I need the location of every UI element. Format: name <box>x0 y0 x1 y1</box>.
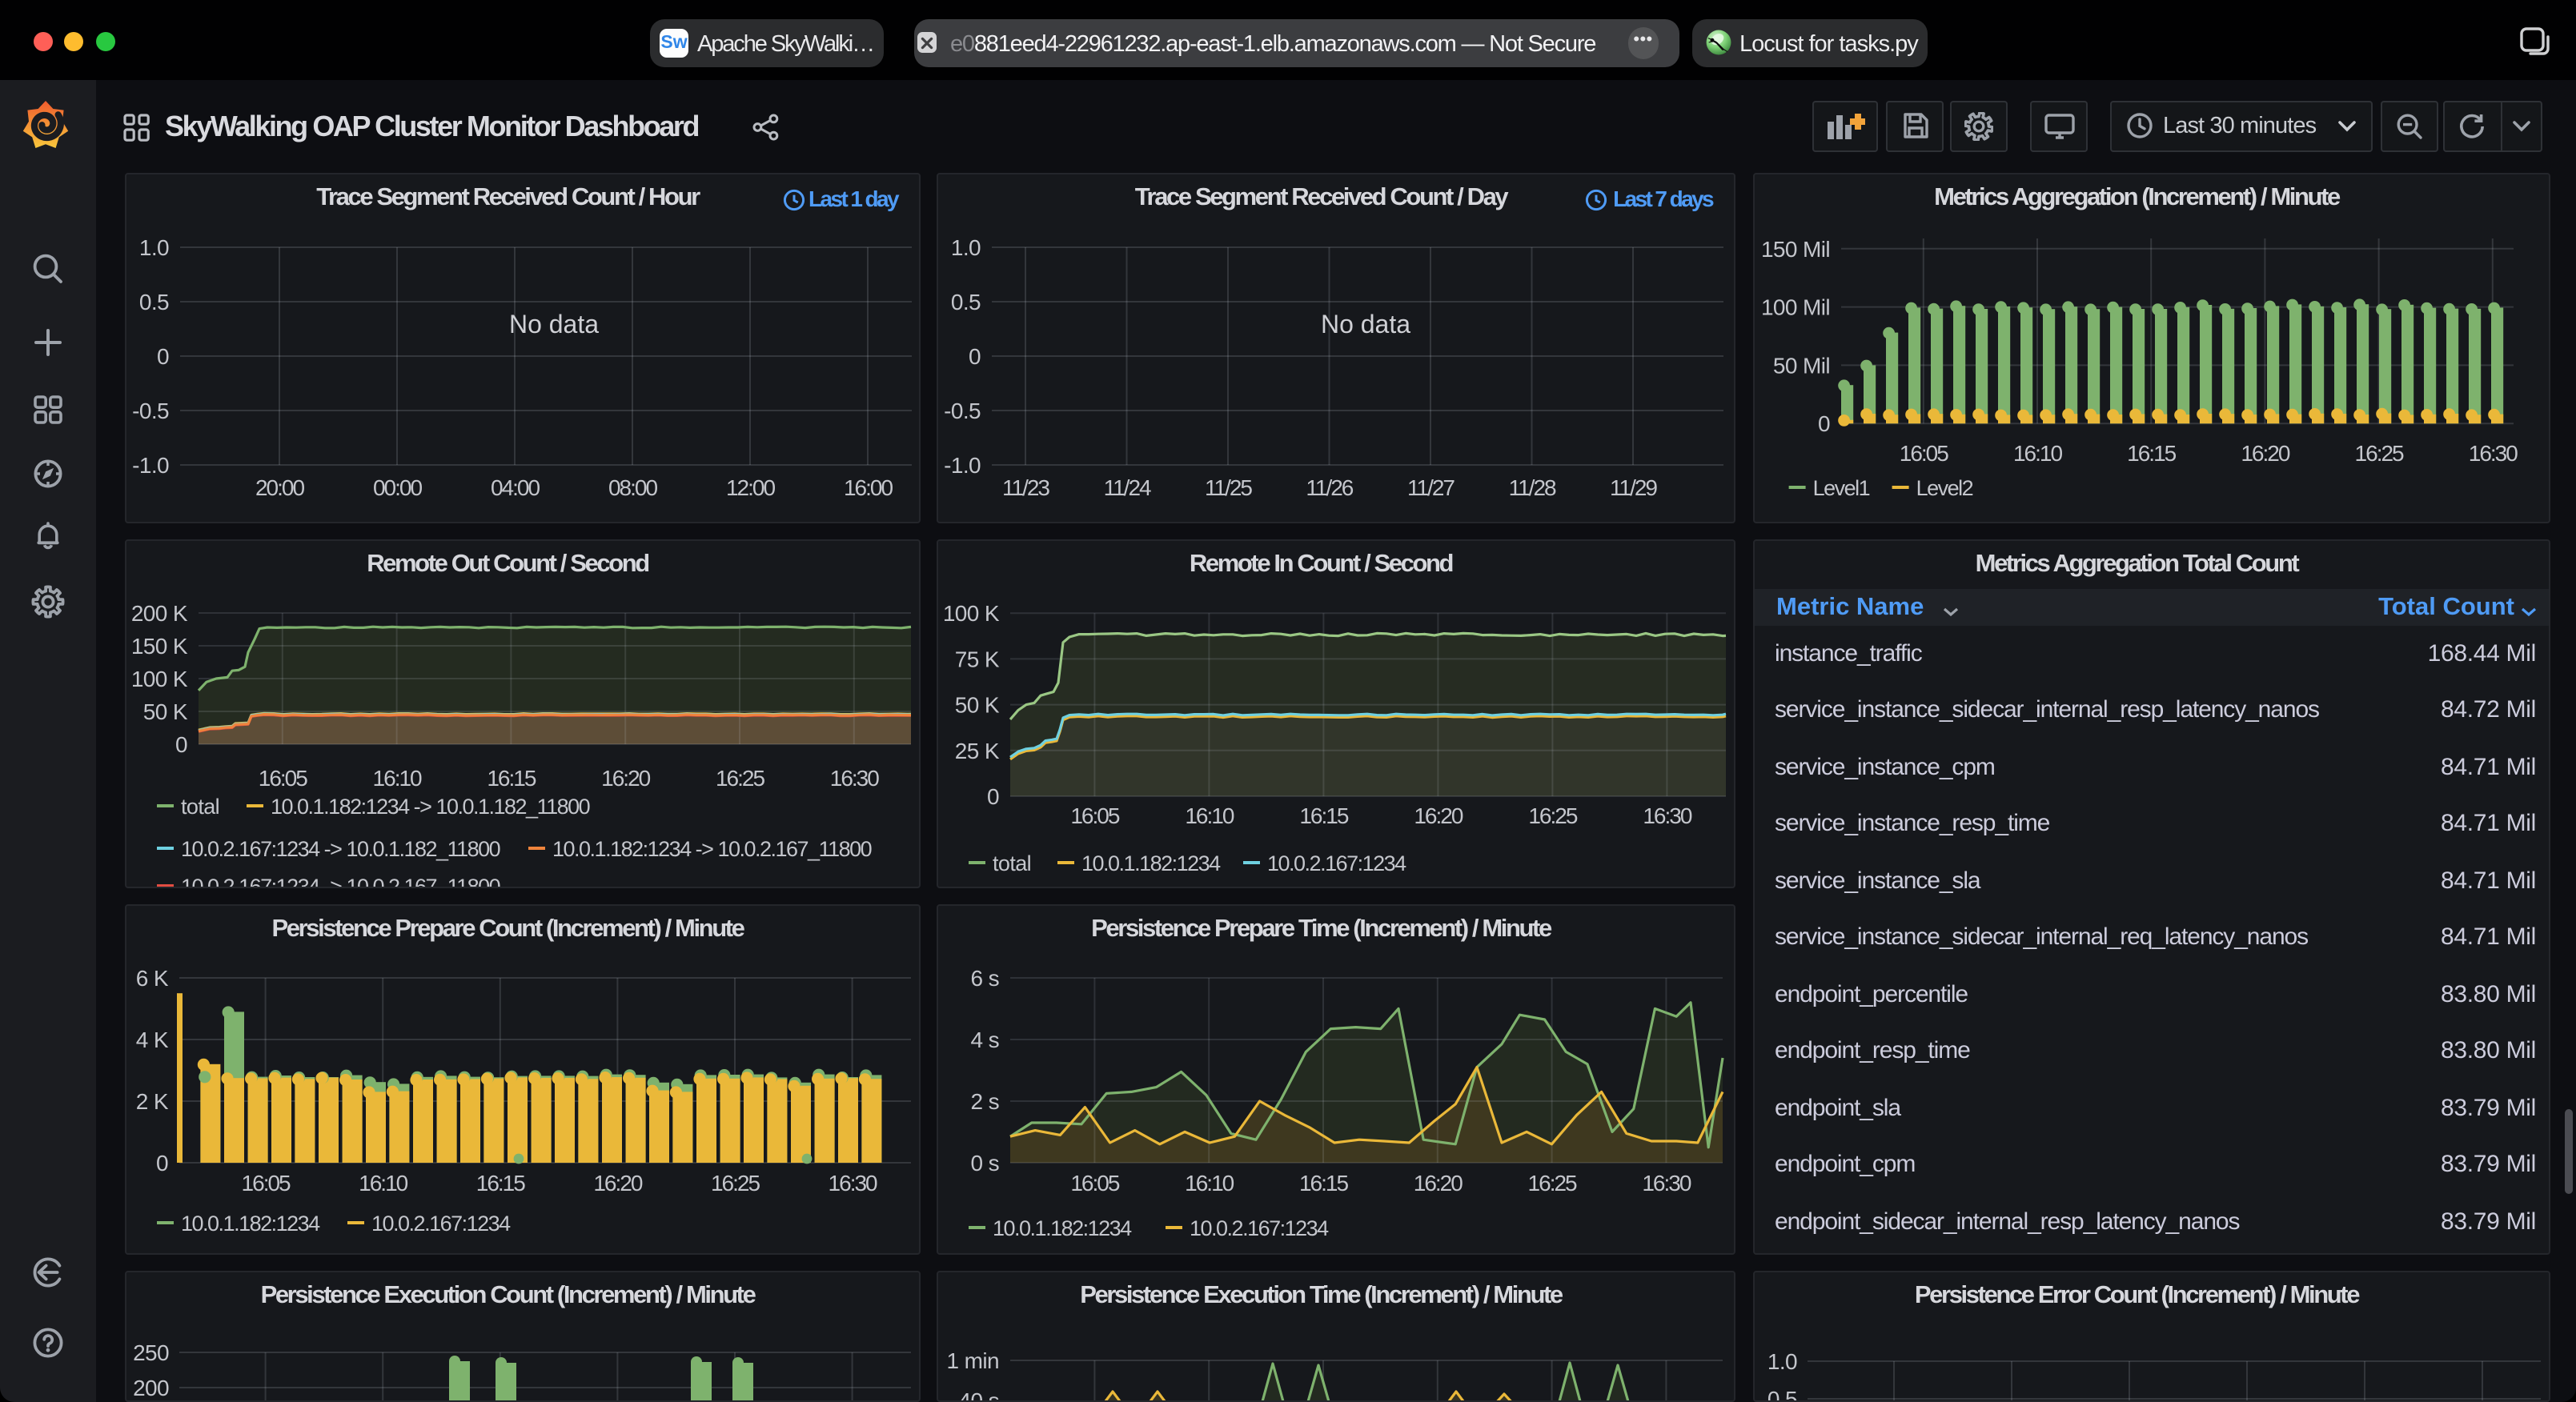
svg-text:16:10: 16:10 <box>372 765 421 790</box>
svg-text:16:05: 16:05 <box>1069 803 1118 827</box>
svg-text:25 K: 25 K <box>954 738 999 763</box>
svg-text:10.0.1.182:1234: 10.0.1.182:1234 <box>1081 851 1220 875</box>
svg-text:10.0.2.167:1234 -> 10.0.2.167_: 10.0.2.167:1234 -> 10.0.2.167_11800 <box>180 874 500 888</box>
svg-text:4 K: 4 K <box>135 1027 168 1052</box>
svg-text:50 Mil: 50 Mil <box>1772 353 1829 378</box>
svg-text:100 K: 100 K <box>942 600 999 625</box>
svg-text:16:20: 16:20 <box>1413 1171 1462 1196</box>
svg-text:10.0.1.182:1234: 10.0.1.182:1234 <box>180 1212 319 1236</box>
svg-text:0.5: 0.5 <box>1767 1386 1796 1402</box>
svg-text:100 Mil: 100 Mil <box>1760 295 1829 320</box>
svg-text:16:25: 16:25 <box>1527 1171 1576 1196</box>
svg-text:16:05: 16:05 <box>1069 1171 1118 1196</box>
svg-text:16:25: 16:25 <box>710 1171 759 1196</box>
svg-text:16:05: 16:05 <box>241 1171 290 1196</box>
svg-text:-0.5: -0.5 <box>131 399 168 423</box>
svg-text:1.0: 1.0 <box>1767 1348 1796 1373</box>
svg-text:16:15: 16:15 <box>2126 441 2175 466</box>
svg-text:0 s: 0 s <box>969 1151 998 1176</box>
svg-text:150 K: 150 K <box>130 633 187 658</box>
svg-text:100 K: 100 K <box>130 666 187 691</box>
svg-text:08:00: 08:00 <box>608 475 656 500</box>
svg-text:10.0.1.182:1234 -> 10.0.2.167_: 10.0.1.182:1234 -> 10.0.2.167_11800 <box>552 836 871 860</box>
svg-text:16:15: 16:15 <box>1298 1171 1347 1196</box>
svg-text:12:00: 12:00 <box>725 475 774 500</box>
svg-text:10.0.2.167:1234 -> 10.0.1.182_: 10.0.2.167:1234 -> 10.0.1.182_11800 <box>180 836 500 860</box>
svg-text:16:20: 16:20 <box>600 765 649 790</box>
svg-text:0: 0 <box>155 1151 167 1176</box>
svg-text:Level2: Level2 <box>1916 476 1972 500</box>
svg-text:16:15: 16:15 <box>1298 803 1347 827</box>
svg-text:16:10: 16:10 <box>358 1171 407 1196</box>
svg-text:16:05: 16:05 <box>1899 441 1948 466</box>
svg-text:0.5: 0.5 <box>138 290 168 314</box>
svg-text:11/26: 11/26 <box>1305 475 1352 500</box>
svg-text:16:15: 16:15 <box>486 765 535 790</box>
svg-text:250: 250 <box>132 1340 168 1364</box>
svg-text:1.0: 1.0 <box>950 235 980 260</box>
svg-text:16:05: 16:05 <box>258 765 307 790</box>
svg-text:10.0.2.167:1234: 10.0.2.167:1234 <box>371 1212 510 1236</box>
svg-text:50 K: 50 K <box>954 692 999 717</box>
svg-text:0: 0 <box>986 783 998 808</box>
svg-text:No data: No data <box>1320 310 1410 338</box>
svg-text:0: 0 <box>1817 411 1829 436</box>
svg-text:Level1: Level1 <box>1812 476 1869 500</box>
svg-text:200: 200 <box>132 1375 168 1400</box>
svg-text:0: 0 <box>156 344 168 369</box>
svg-text:16:10: 16:10 <box>1184 1171 1233 1196</box>
svg-text:16:00: 16:00 <box>843 475 892 500</box>
svg-text:11/28: 11/28 <box>1508 475 1555 500</box>
svg-text:16:30: 16:30 <box>2468 441 2517 466</box>
svg-text:04:00: 04:00 <box>490 475 539 500</box>
svg-text:10.0.1.182:1234: 10.0.1.182:1234 <box>992 1216 1131 1240</box>
svg-text:40 s: 40 s <box>957 1388 998 1402</box>
svg-text:10.0.1.182:1234 -> 10.0.1.182_: 10.0.1.182:1234 -> 10.0.1.182_11800 <box>270 794 589 818</box>
svg-text:11/23: 11/23 <box>1001 475 1049 500</box>
svg-text:16:25: 16:25 <box>1527 803 1576 827</box>
svg-text:-1.0: -1.0 <box>131 453 168 478</box>
svg-text:16:20: 16:20 <box>1413 803 1462 827</box>
svg-text:11/27: 11/27 <box>1406 475 1454 500</box>
svg-text:11/29: 11/29 <box>1609 475 1656 500</box>
svg-text:16:30: 16:30 <box>1642 803 1691 827</box>
svg-text:16:10: 16:10 <box>2012 441 2061 466</box>
svg-text:16:20: 16:20 <box>2240 441 2289 466</box>
svg-text:10.0.2.167:1234: 10.0.2.167:1234 <box>1189 1216 1328 1240</box>
svg-text:4 s: 4 s <box>969 1027 998 1052</box>
svg-text:16:30: 16:30 <box>829 765 878 790</box>
svg-text:-1.0: -1.0 <box>943 453 980 478</box>
svg-text:150 Mil: 150 Mil <box>1760 237 1829 262</box>
svg-text:-0.5: -0.5 <box>943 399 980 423</box>
svg-text:00:00: 00:00 <box>372 475 421 500</box>
svg-text:16:10: 16:10 <box>1184 803 1233 827</box>
svg-text:0: 0 <box>175 731 187 756</box>
svg-text:16:30: 16:30 <box>828 1171 877 1196</box>
svg-text:16:25: 16:25 <box>715 765 764 790</box>
svg-text:16:20: 16:20 <box>592 1171 641 1196</box>
svg-text:16:25: 16:25 <box>2354 441 2403 466</box>
svg-text:16:30: 16:30 <box>1641 1171 1690 1196</box>
svg-text:6 s: 6 s <box>969 966 998 991</box>
svg-text:No data: No data <box>508 310 598 338</box>
svg-text:75 K: 75 K <box>954 646 999 671</box>
svg-text:16:15: 16:15 <box>475 1171 524 1196</box>
svg-text:11/24: 11/24 <box>1103 475 1150 500</box>
svg-text:20:00: 20:00 <box>255 475 303 500</box>
svg-text:1 min: 1 min <box>946 1348 998 1372</box>
svg-text:0: 0 <box>968 344 980 369</box>
svg-text:200 K: 200 K <box>130 600 187 625</box>
svg-text:total: total <box>180 794 219 818</box>
svg-text:11/25: 11/25 <box>1204 475 1251 500</box>
svg-text:2 K: 2 K <box>135 1089 168 1114</box>
svg-text:50 K: 50 K <box>142 699 187 723</box>
svg-text:total: total <box>992 851 1030 875</box>
svg-text:1.0: 1.0 <box>138 235 168 260</box>
svg-text:10.0.2.167:1234: 10.0.2.167:1234 <box>1266 851 1406 875</box>
svg-text:6 K: 6 K <box>135 966 168 991</box>
svg-text:2 s: 2 s <box>969 1089 998 1114</box>
svg-text:0.5: 0.5 <box>950 290 980 314</box>
